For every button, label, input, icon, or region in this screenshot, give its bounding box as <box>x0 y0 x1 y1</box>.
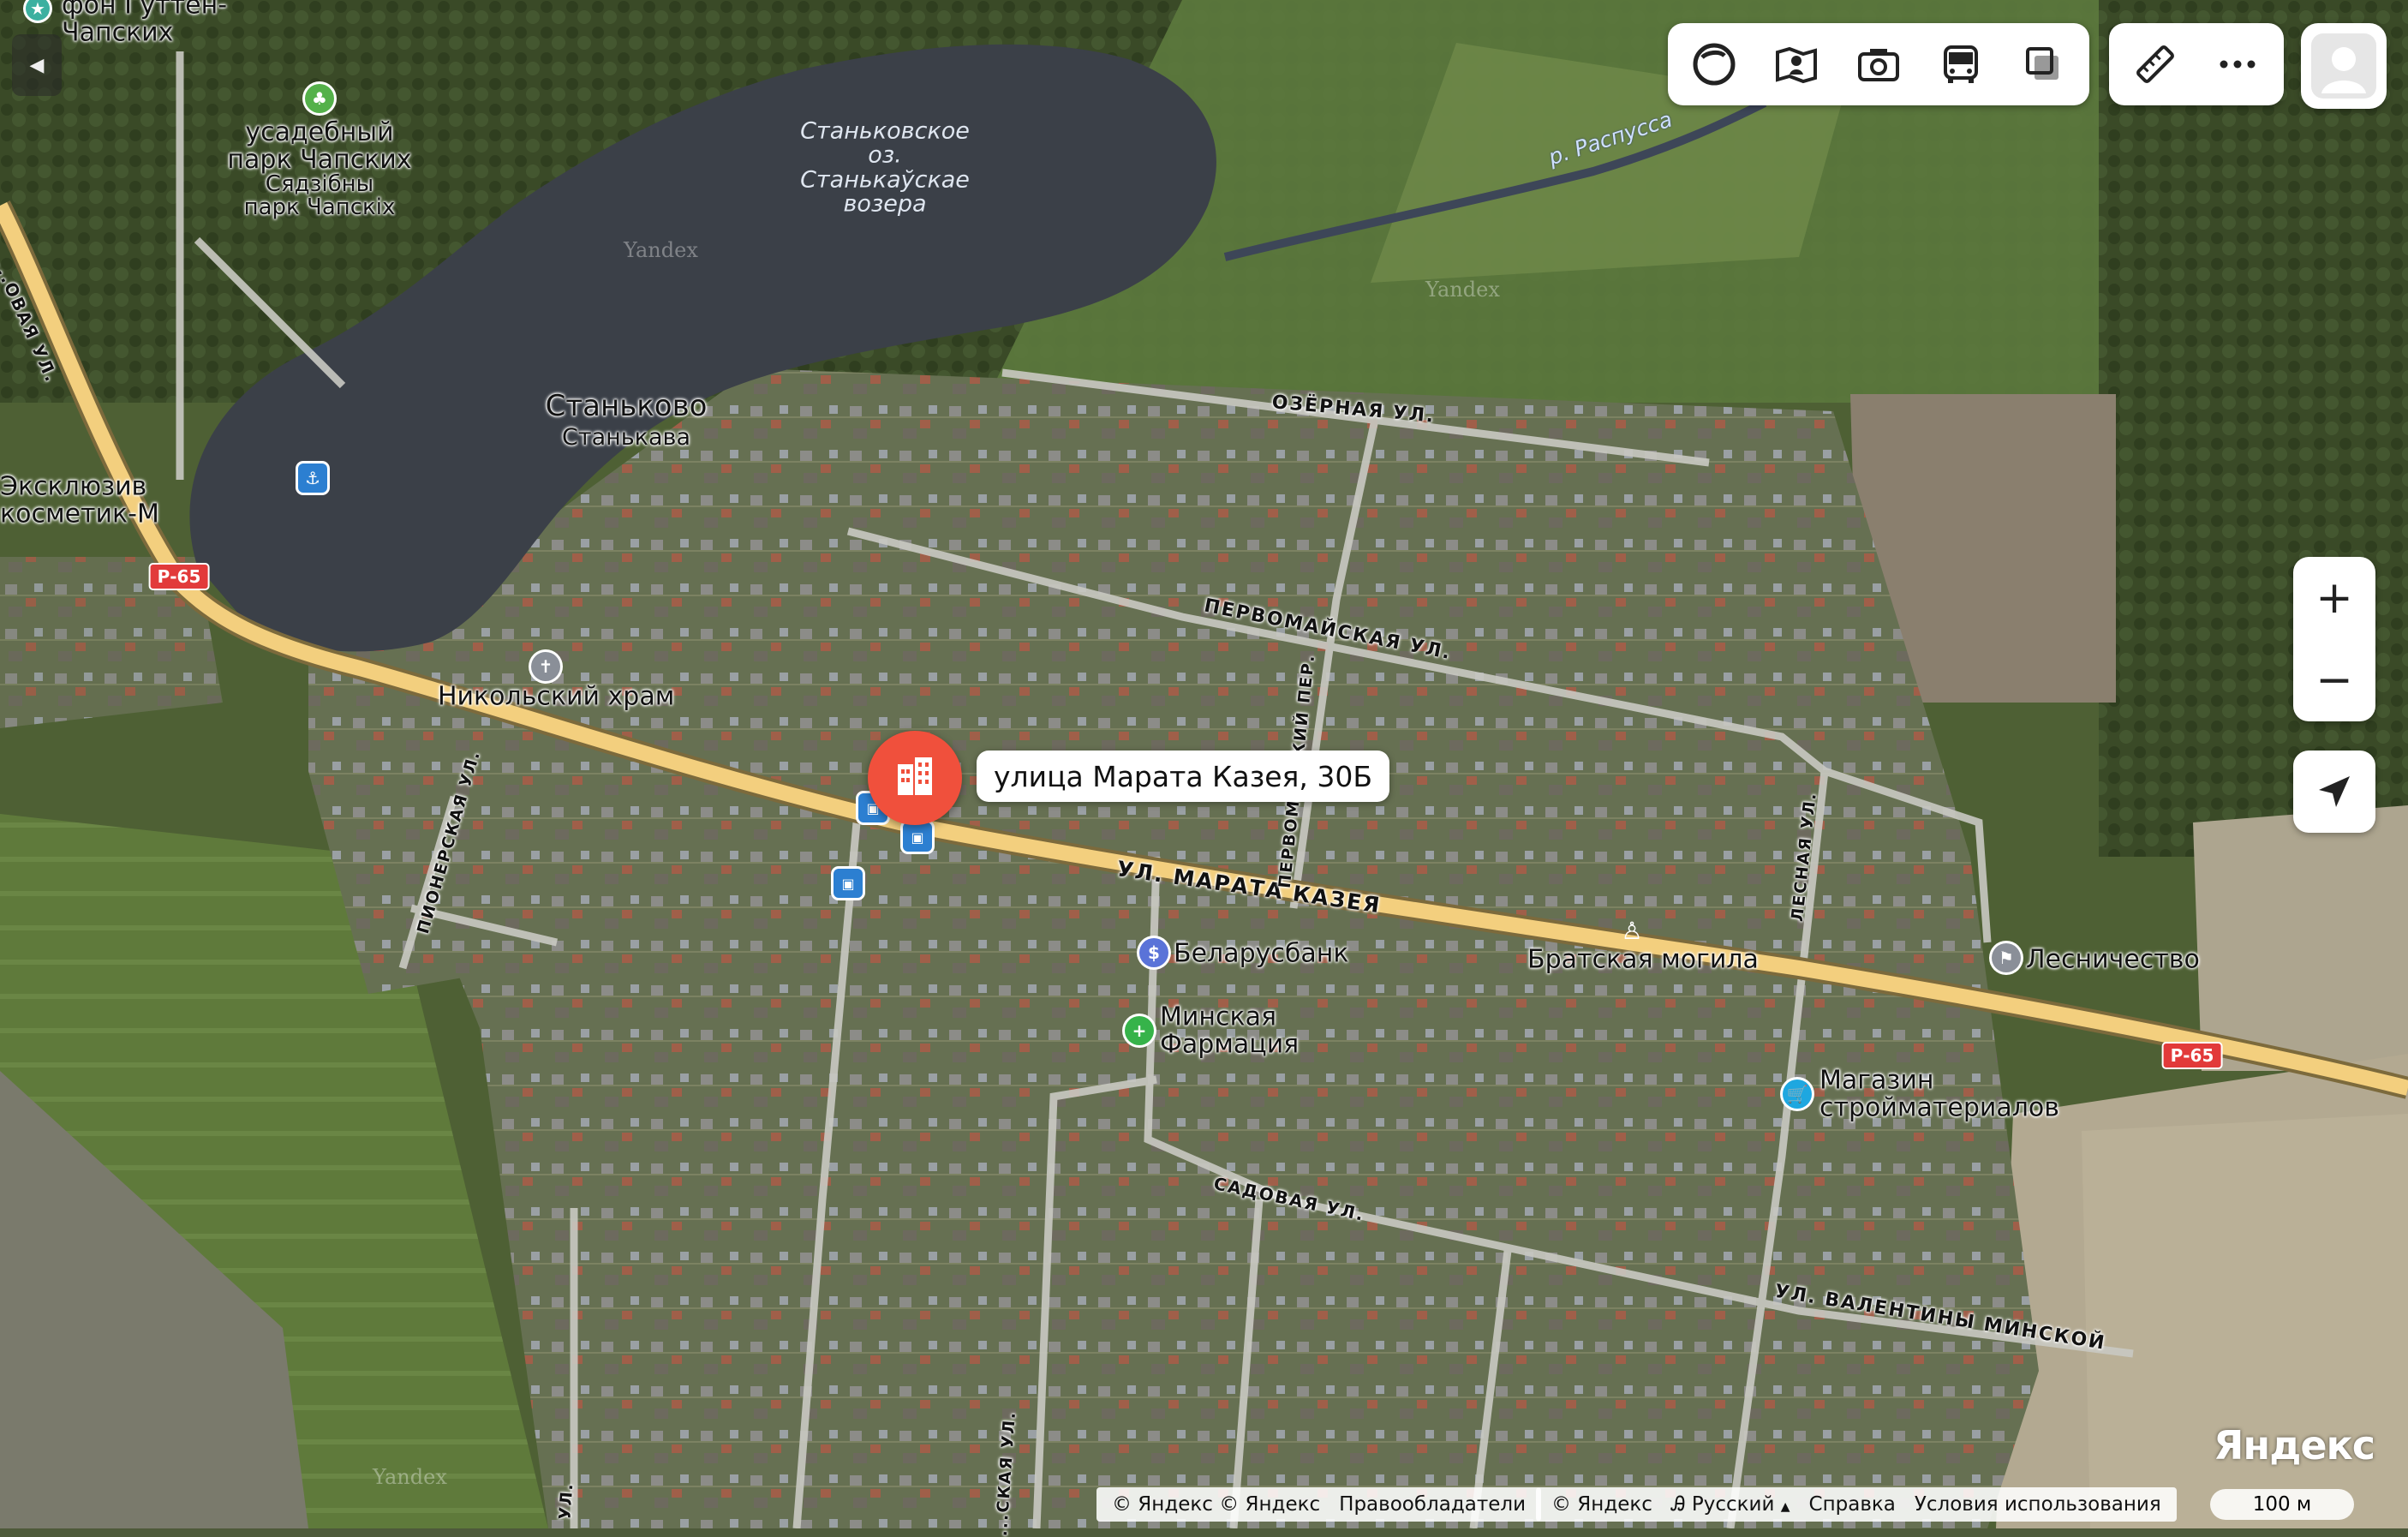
place-label-alt: Станькава <box>561 423 691 451</box>
collapse-panel-button[interactable]: ◀ <box>12 34 62 96</box>
bank-icon[interactable]: $ <box>1139 938 1168 967</box>
layers-icon <box>1693 43 1736 86</box>
poi-fon-gutten[interactable]: фон Гуттен- Чапских <box>62 0 227 46</box>
layers-button[interactable] <box>1673 23 1755 105</box>
poi-park-line: парк Чапских <box>227 144 412 175</box>
poi-store-line: Магазин <box>1819 1065 1934 1096</box>
road-badge: Р-65 <box>2161 1042 2223 1069</box>
help-link[interactable]: Справка <box>1809 1493 1896 1516</box>
avatar-icon <box>2311 33 2376 99</box>
copyright-text: © Яндекс <box>1551 1493 1652 1516</box>
more-icon <box>2220 60 2256 69</box>
street-label-bottom-2: УЛ. <box>555 1481 577 1521</box>
poi-park[interactable]: усадебный парк Чапских Сядзібны парк Чап… <box>227 119 411 220</box>
language-selector[interactable]: Ꭿ Русский ▲ <box>1671 1493 1790 1516</box>
chevron-left-icon: ◀ <box>29 54 45 76</box>
poi-store[interactable]: Магазин стройматериалов <box>1819 1065 2059 1122</box>
ruler-button[interactable] <box>2114 23 2196 105</box>
ruler-icon <box>2136 45 2174 83</box>
scale-label: 100 м <box>2252 1493 2312 1516</box>
church-icon[interactable]: ✝ <box>531 652 560 681</box>
poi-store-line: стройматериалов <box>1819 1092 2059 1122</box>
poi-exclusive[interactable]: Эксклюзив косметик-М <box>0 471 159 529</box>
store-icon[interactable]: 🛒 <box>1783 1079 1812 1109</box>
poi-park-line-alt: Сядзібны <box>265 171 374 198</box>
scale-indicator: 100 м <box>2210 1489 2354 1520</box>
poi-grave[interactable]: Братская могила <box>1527 946 1759 973</box>
anchor-icon[interactable]: ⚓ <box>298 463 327 493</box>
monument-icon[interactable]: ♙ <box>1617 916 1646 945</box>
photo-button[interactable] <box>1837 23 1920 105</box>
yandex-logo: Яндекс <box>2214 1422 2375 1468</box>
my-location-button[interactable] <box>2293 751 2375 833</box>
lake-type-alt-line: возера <box>843 190 927 218</box>
zoom-in-button[interactable]: + <box>2293 557 2375 639</box>
bus-stop-icon[interactable]: ▣ <box>834 869 863 898</box>
poi-park-line-alt: парк Чапскіх <box>243 194 396 221</box>
terms-link[interactable]: Условия использования <box>1915 1493 2161 1516</box>
tools-toolbar <box>2109 23 2284 105</box>
poi-exclusive-line: Эксклюзив <box>0 471 147 502</box>
poi-park-line: усадебный <box>245 117 394 148</box>
overlay-button[interactable] <box>2002 23 2084 105</box>
rights-link[interactable]: Правообладатели <box>1339 1493 1526 1516</box>
pharmacy-icon[interactable]: + <box>1125 1016 1154 1045</box>
translate-icon: Ꭿ <box>1670 1493 1686 1516</box>
lake-type-line: оз. <box>868 141 902 169</box>
building-icon <box>898 757 932 795</box>
selected-building-pin[interactable] <box>868 731 962 825</box>
road-badge: Р-65 <box>148 563 210 590</box>
panorama-icon <box>1776 46 1817 84</box>
location-arrow-icon <box>2319 776 2350 807</box>
place-label[interactable]: Станьково <box>546 391 708 422</box>
zoom-out-button[interactable]: − <box>2293 639 2375 721</box>
lake-name-line: Станьковское <box>800 117 970 145</box>
copyright-text: © Яндекс © Яндекс <box>1112 1493 1321 1516</box>
poi-pharmacy-line: Фармация <box>1160 1029 1300 1059</box>
more-button[interactable] <box>2196 23 2279 105</box>
panorama-button[interactable] <box>1755 23 1837 105</box>
poi-pharmacy[interactable]: Минская Фармация <box>1160 1002 1300 1059</box>
watermark: Yandex <box>373 1465 447 1489</box>
profile-button[interactable] <box>2301 23 2387 109</box>
language-label: Русский <box>1691 1493 1775 1516</box>
bus-icon <box>1944 45 1978 83</box>
lake-label: Станьковское оз. Станькаўскае возера <box>800 117 970 218</box>
overlay-icon <box>2026 47 2058 80</box>
poi-forestry[interactable]: Лесничество <box>2026 946 2200 973</box>
caret-up-icon: ▲ <box>1780 1500 1790 1514</box>
park-icon[interactable]: ♣ <box>305 84 334 113</box>
poi-belarusbank[interactable]: Беларусбанк <box>1174 940 1349 967</box>
poi-fon-gutten-line: фон Гуттен- <box>62 0 228 21</box>
footer-left: © Яндекс © Яндекс Правообладатели <box>1096 1487 1542 1522</box>
lake-name-alt-line: Станькаўскае <box>800 166 970 193</box>
flag-icon[interactable]: ⚑ <box>1992 943 2021 972</box>
footer-right: © Яндекс Ꭿ Русский ▲ Справка Условия исп… <box>1536 1487 2177 1522</box>
poi-fon-gutten-line: Чапских <box>62 17 174 47</box>
map-layers-toolbar <box>1668 23 2089 105</box>
zoom-control: + − <box>2293 557 2375 721</box>
poi-exclusive-line: косметик-М <box>0 499 159 529</box>
poi-church[interactable]: Никольский храм <box>438 683 674 710</box>
poi-pharmacy-line: Минская <box>1160 1002 1277 1032</box>
transit-icon[interactable]: ▣ <box>903 822 932 852</box>
photo-icon <box>1858 49 1899 81</box>
watermark: Yandex <box>624 238 698 262</box>
transport-button[interactable] <box>1920 23 2002 105</box>
selected-address-label[interactable]: улица Марата Казея, 30Б <box>977 751 1390 802</box>
watermark: Yandex <box>1425 278 1500 302</box>
